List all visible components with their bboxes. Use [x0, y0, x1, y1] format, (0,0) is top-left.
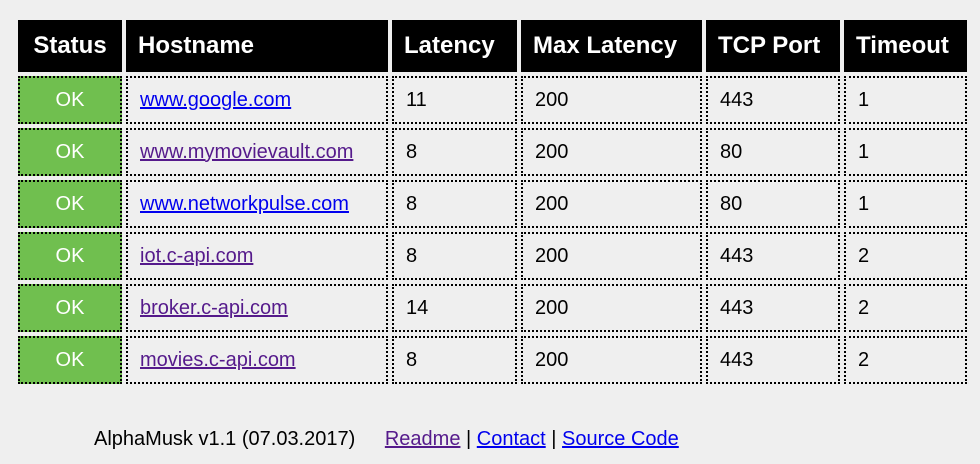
- contact-link[interactable]: Contact: [477, 428, 546, 450]
- max-latency-cell: 200: [521, 180, 702, 228]
- hostname-cell: www.mymovievault.com: [126, 128, 388, 176]
- timeout-cell: 2: [844, 232, 967, 280]
- latency-cell: 8: [392, 128, 517, 176]
- max-latency-cell: 200: [521, 76, 702, 124]
- status-badge: OK: [18, 232, 122, 280]
- tcp-port-cell: 80: [706, 180, 840, 228]
- hostname-cell: broker.c-api.com: [126, 284, 388, 332]
- hostname-link[interactable]: broker.c-api.com: [140, 297, 288, 319]
- hostname-link[interactable]: www.networkpulse.com: [140, 193, 349, 215]
- host-monitor-table: Status Hostname Latency Max Latency TCP …: [14, 16, 971, 388]
- header-tcp-port: TCP Port: [706, 20, 840, 72]
- latency-cell: 11: [392, 76, 517, 124]
- latency-cell: 14: [392, 284, 517, 332]
- header-latency: Latency: [392, 20, 517, 72]
- tcp-port-cell: 443: [706, 76, 840, 124]
- table-row: OK www.google.com 11 200 443 1: [18, 76, 967, 124]
- footer: AlphaMusk v1.1 (07.03.2017) Readme | Con…: [94, 428, 679, 451]
- hostname-link[interactable]: iot.c-api.com: [140, 245, 253, 267]
- table-row: OK iot.c-api.com 8 200 443 2: [18, 232, 967, 280]
- table-row: OK www.mymovievault.com 8 200 80 1: [18, 128, 967, 176]
- tcp-port-cell: 443: [706, 336, 840, 384]
- timeout-cell: 1: [844, 128, 967, 176]
- readme-link[interactable]: Readme: [385, 428, 461, 450]
- hostname-cell: www.google.com: [126, 76, 388, 124]
- hostname-cell: movies.c-api.com: [126, 336, 388, 384]
- max-latency-cell: 200: [521, 232, 702, 280]
- header-max-latency: Max Latency: [521, 20, 702, 72]
- hostname-cell: www.networkpulse.com: [126, 180, 388, 228]
- max-latency-cell: 200: [521, 284, 702, 332]
- latency-cell: 8: [392, 180, 517, 228]
- status-badge: OK: [18, 336, 122, 384]
- timeout-cell: 1: [844, 180, 967, 228]
- timeout-cell: 2: [844, 336, 967, 384]
- status-badge: OK: [18, 76, 122, 124]
- table-row: OK broker.c-api.com 14 200 443 2: [18, 284, 967, 332]
- hostname-link[interactable]: www.google.com: [140, 89, 291, 111]
- tcp-port-cell: 443: [706, 232, 840, 280]
- timeout-cell: 1: [844, 76, 967, 124]
- hostname-link[interactable]: www.mymovievault.com: [140, 141, 353, 163]
- tcp-port-cell: 443: [706, 284, 840, 332]
- header-timeout: Timeout: [844, 20, 967, 72]
- status-badge: OK: [18, 180, 122, 228]
- timeout-cell: 2: [844, 284, 967, 332]
- status-badge: OK: [18, 128, 122, 176]
- table-row: OK www.networkpulse.com 8 200 80 1: [18, 180, 967, 228]
- tcp-port-cell: 80: [706, 128, 840, 176]
- max-latency-cell: 200: [521, 128, 702, 176]
- max-latency-cell: 200: [521, 336, 702, 384]
- footer-separator: |: [551, 428, 557, 450]
- hostname-cell: iot.c-api.com: [126, 232, 388, 280]
- table-header-row: Status Hostname Latency Max Latency TCP …: [18, 20, 967, 72]
- header-hostname: Hostname: [126, 20, 388, 72]
- status-badge: OK: [18, 284, 122, 332]
- latency-cell: 8: [392, 232, 517, 280]
- table-row: OK movies.c-api.com 8 200 443 2: [18, 336, 967, 384]
- source-code-link[interactable]: Source Code: [562, 428, 679, 450]
- latency-cell: 8: [392, 336, 517, 384]
- hostname-link[interactable]: movies.c-api.com: [140, 349, 296, 371]
- header-status: Status: [18, 20, 122, 72]
- version-label: AlphaMusk v1.1 (07.03.2017): [94, 428, 356, 450]
- footer-separator: |: [466, 428, 472, 450]
